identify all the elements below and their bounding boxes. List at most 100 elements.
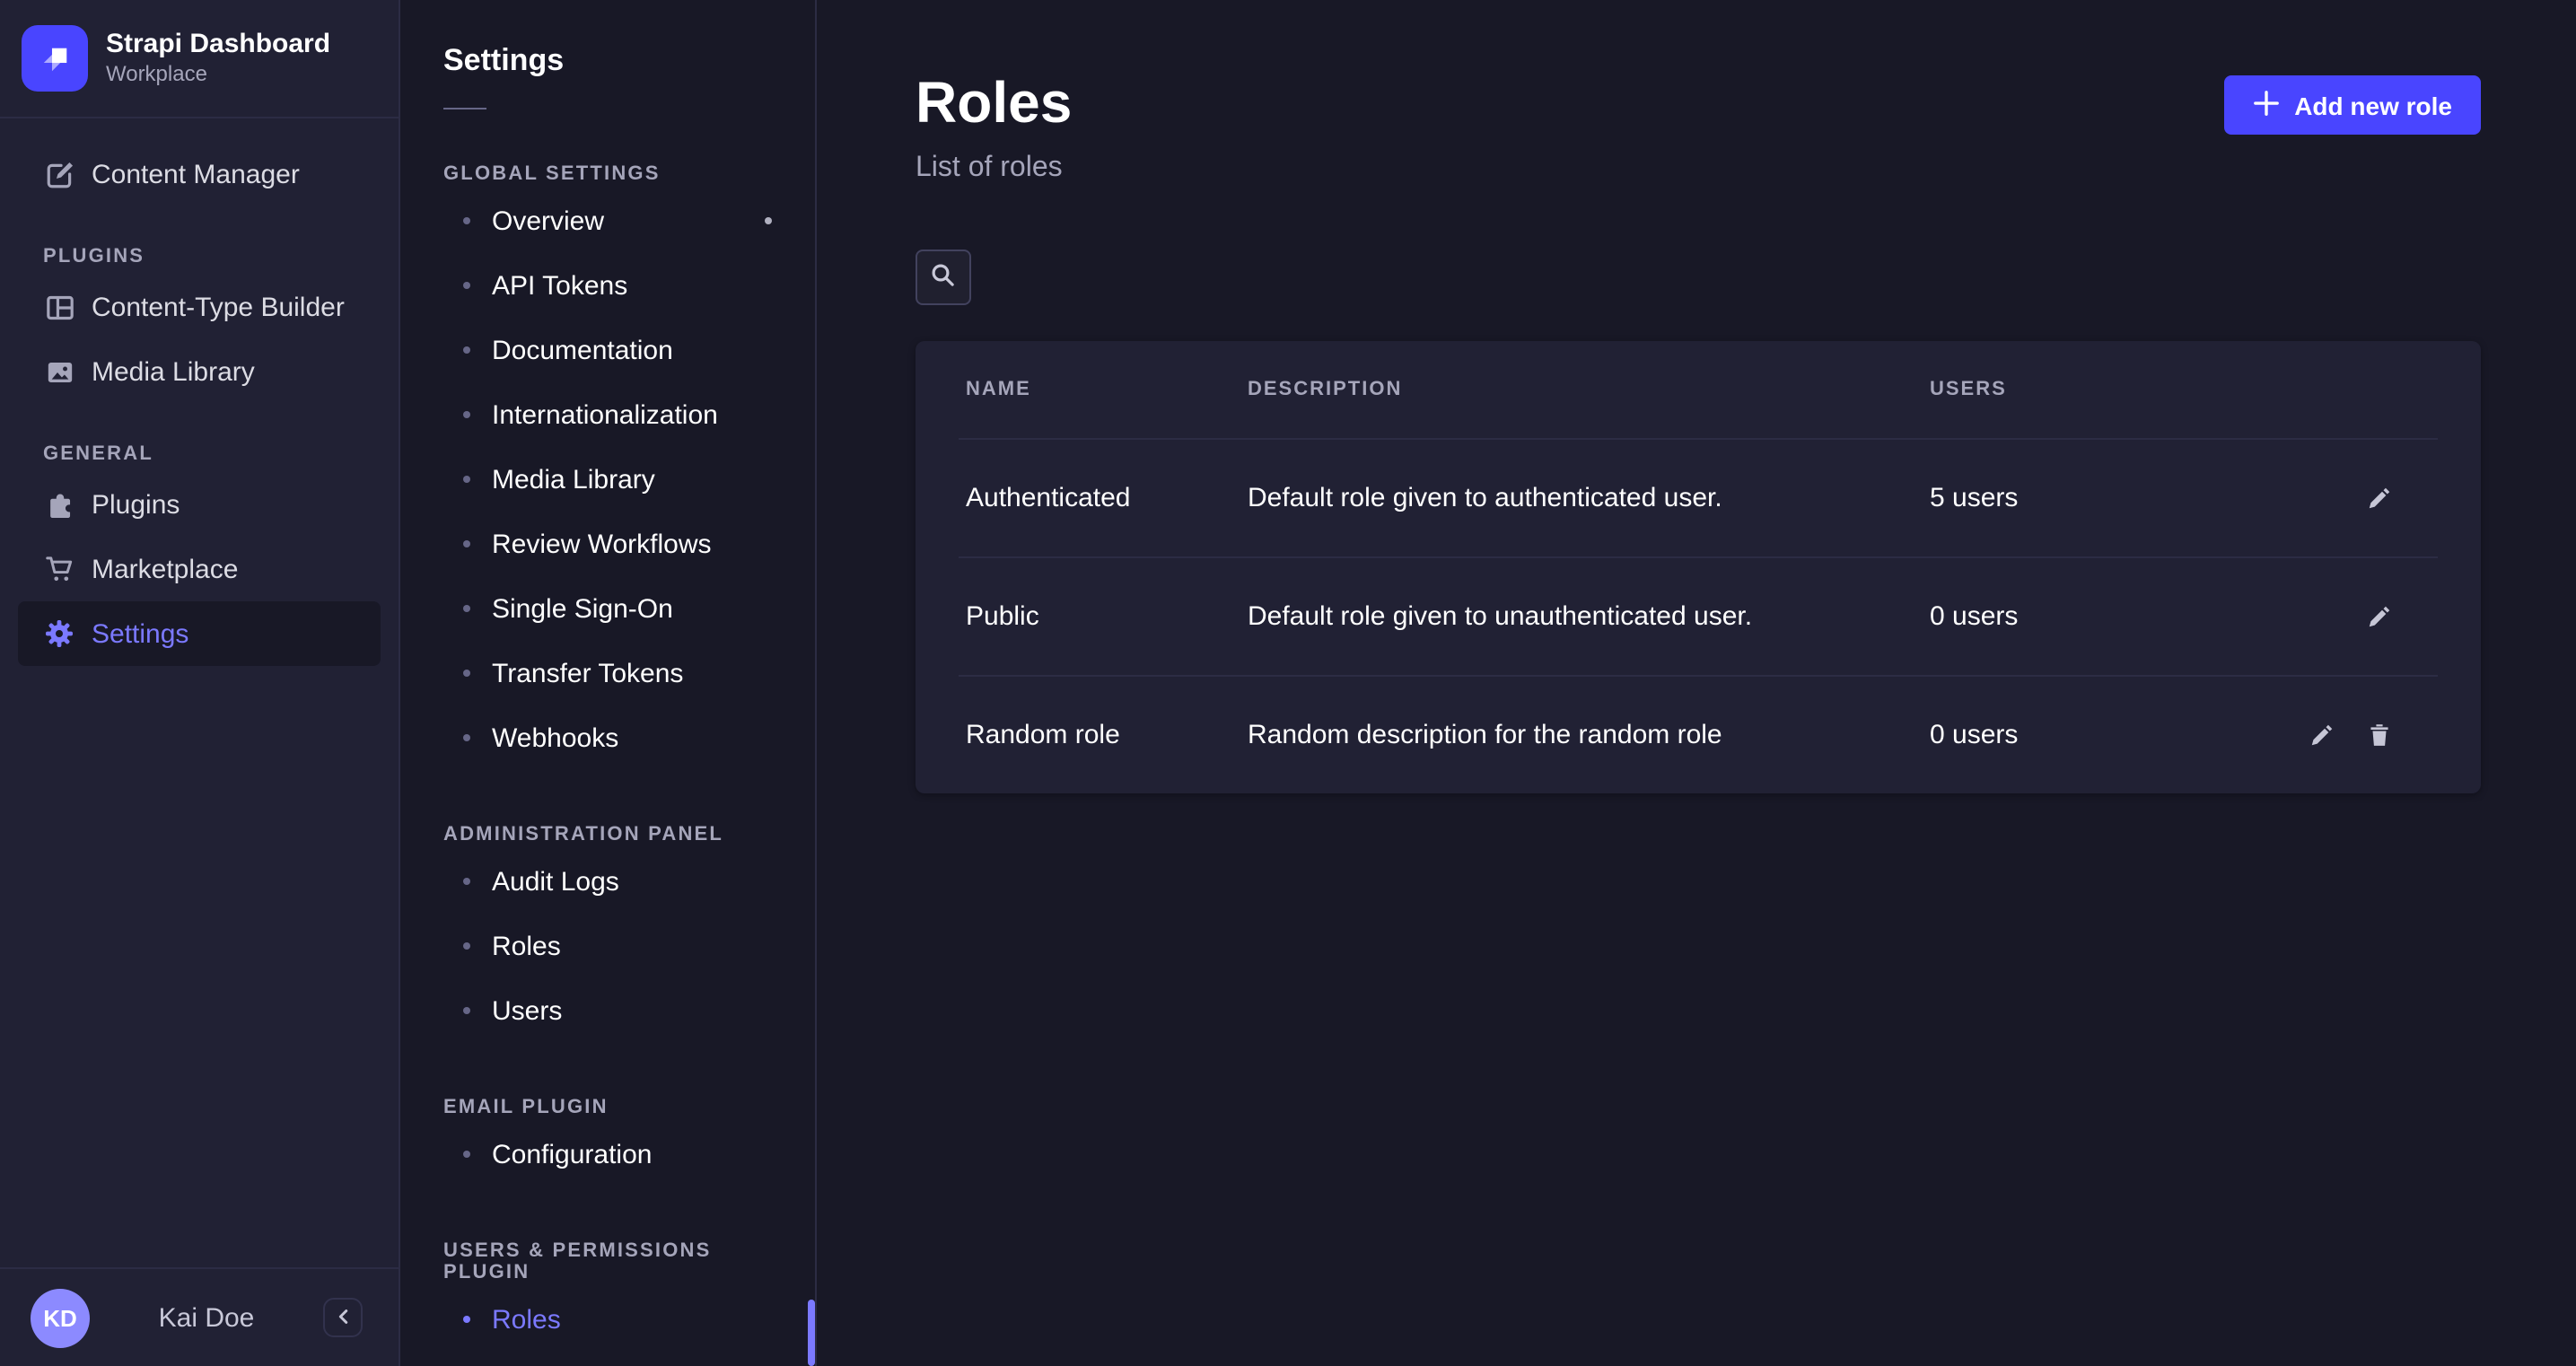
main-sidebar: Strapi Dashboard Workplace Content Manag… — [0, 0, 400, 1366]
subnav-item-label: Webhooks — [492, 722, 618, 753]
subnav-item-label: Roles — [492, 931, 561, 961]
gear-icon — [43, 619, 75, 648]
sidebar-item-label: Plugins — [92, 489, 180, 520]
roles-table: NAME DESCRIPTION USERS Authenticated Def… — [916, 341, 2481, 793]
subnav-item-label: Single Sign-On — [492, 593, 673, 624]
subnav-item-label: Documentation — [492, 335, 673, 365]
subnav-item-webhooks[interactable]: Webhooks — [400, 705, 815, 770]
role-name: Authenticated — [966, 483, 1248, 513]
role-description: Random description for the random role — [1248, 720, 1930, 750]
bullet-icon — [463, 942, 470, 950]
edit-role-button[interactable] — [2366, 485, 2393, 512]
sidebar-item-plugins[interactable]: Plugins — [18, 472, 381, 537]
sidebar-item-content-manager[interactable]: Content Manager — [18, 142, 381, 206]
puzzle-icon — [43, 489, 75, 520]
subnav-item-audit-logs[interactable]: Audit Logs — [400, 849, 815, 914]
subnav-item-internationalization[interactable]: Internationalization — [400, 382, 815, 447]
sidebar-item-label: Content-Type Builder — [92, 292, 345, 322]
app-window: Strapi Dashboard Workplace Content Manag… — [0, 0, 2576, 1366]
table-row-random-role[interactable]: Random role Random description for the r… — [916, 677, 2481, 793]
sidebar-item-media-library[interactable]: Media Library — [18, 339, 381, 404]
pencil-icon — [2309, 722, 2335, 749]
edit-role-button[interactable] — [2366, 603, 2393, 630]
page-title: Roles — [916, 72, 1072, 135]
role-description: Default role given to unauthenticated us… — [1248, 601, 1930, 632]
settings-subnav: Settings GLOBAL SETTINGS Overview API To… — [400, 0, 817, 1366]
chevron-left-icon — [333, 1304, 353, 1331]
workspace-subtitle: Workplace — [106, 62, 330, 89]
subnav-item-media-library[interactable]: Media Library — [400, 447, 815, 512]
bullet-icon — [463, 1316, 470, 1323]
delete-role-button[interactable] — [2366, 722, 2393, 749]
subnav-item-single-sign-on[interactable]: Single Sign-On — [400, 576, 815, 641]
subnav-item-configuration[interactable]: Configuration — [400, 1122, 815, 1186]
trash-icon — [2366, 722, 2393, 749]
page-header: Roles List of roles Add new role — [916, 72, 2481, 185]
add-new-role-label: Add new role — [2294, 91, 2452, 119]
add-new-role-button[interactable]: Add new role — [2224, 75, 2481, 135]
subnav-item-label: Media Library — [492, 464, 655, 495]
subnav-section-administration-panel: ADMINISTRATION PANEL — [443, 824, 772, 845]
workspace-title: Strapi Dashboard — [106, 28, 330, 62]
plus-icon — [2253, 89, 2280, 121]
user-menu[interactable]: KD Kai Doe — [0, 1267, 399, 1366]
subnav-item-label: Transfer Tokens — [492, 658, 683, 688]
subnav-section-global-settings: GLOBAL SETTINGS — [443, 163, 772, 185]
page-subtitle: List of roles — [916, 153, 1072, 185]
nav-section-general: GENERAL — [0, 443, 399, 465]
subnav-item-admin-roles[interactable]: Roles — [400, 914, 815, 978]
column-header-users: USERS — [1930, 379, 2393, 400]
subnav-section-email-plugin: EMAIL PLUGIN — [443, 1097, 772, 1118]
user-name: Kai Doe — [159, 1302, 255, 1333]
table-row-public[interactable]: Public Default role given to unauthentic… — [916, 558, 2481, 675]
nav-section-plugins: PLUGINS — [0, 246, 399, 267]
subnav-item-up-roles[interactable]: Roles — [400, 1287, 815, 1352]
bullet-icon — [463, 346, 470, 354]
avatar: KD — [31, 1288, 90, 1347]
sidebar-item-settings[interactable]: Settings — [18, 601, 381, 666]
bullet-icon — [463, 282, 470, 289]
subnav-title: Settings — [400, 43, 815, 79]
content-manager-icon — [43, 159, 75, 189]
sidebar-item-marketplace[interactable]: Marketplace — [18, 537, 381, 601]
bullet-icon — [463, 217, 470, 224]
bullet-icon — [463, 670, 470, 677]
role-users-count: 0 users — [1930, 720, 2309, 750]
subnav-item-label: Review Workflows — [492, 529, 712, 559]
table-row-authenticated[interactable]: Authenticated Default role given to auth… — [916, 440, 2481, 556]
bullet-icon — [463, 540, 470, 547]
sidebar-item-label: Content Manager — [92, 159, 300, 189]
pencil-icon — [2366, 603, 2393, 630]
workspace-brand[interactable]: Strapi Dashboard Workplace — [0, 0, 399, 118]
subnav-item-api-tokens[interactable]: API Tokens — [400, 253, 815, 318]
role-description: Default role given to authenticated user… — [1248, 483, 1930, 513]
sidebar-item-content-type-builder[interactable]: Content-Type Builder — [18, 275, 381, 339]
subnav-item-review-workflows[interactable]: Review Workflows — [400, 512, 815, 576]
search-icon — [930, 261, 957, 293]
subnav-item-label: Internationalization — [492, 399, 718, 430]
role-users-count: 0 users — [1930, 601, 2366, 632]
subnav-item-admin-users[interactable]: Users — [400, 978, 815, 1043]
bullet-icon — [463, 734, 470, 741]
main-content: Roles List of roles Add new role NAME DE… — [817, 0, 2576, 1366]
sidebar-item-label: Marketplace — [92, 554, 238, 584]
collapse-sidebar-button[interactable] — [323, 1298, 363, 1337]
cart-icon — [43, 554, 75, 584]
bullet-icon — [463, 411, 470, 418]
table-header-row: NAME DESCRIPTION USERS — [916, 341, 2481, 438]
role-users-count: 5 users — [1930, 483, 2366, 513]
content-type-builder-icon — [43, 292, 75, 322]
subnav-scrollbar-thumb[interactable] — [808, 1300, 815, 1366]
main-nav-list: Content Manager PLUGINS Content-Type Bui… — [0, 118, 399, 666]
subnav-divider — [443, 108, 486, 109]
subnav-item-label: Configuration — [492, 1139, 652, 1169]
bullet-icon — [463, 1151, 470, 1158]
subnav-item-transfer-tokens[interactable]: Transfer Tokens — [400, 641, 815, 705]
subnav-item-overview[interactable]: Overview — [400, 188, 815, 253]
bullet-icon — [463, 1007, 470, 1014]
subnav-item-documentation[interactable]: Documentation — [400, 318, 815, 382]
column-header-name: NAME — [966, 379, 1248, 400]
notification-dot-icon — [765, 217, 772, 224]
edit-role-button[interactable] — [2309, 722, 2335, 749]
search-button[interactable] — [916, 250, 971, 305]
